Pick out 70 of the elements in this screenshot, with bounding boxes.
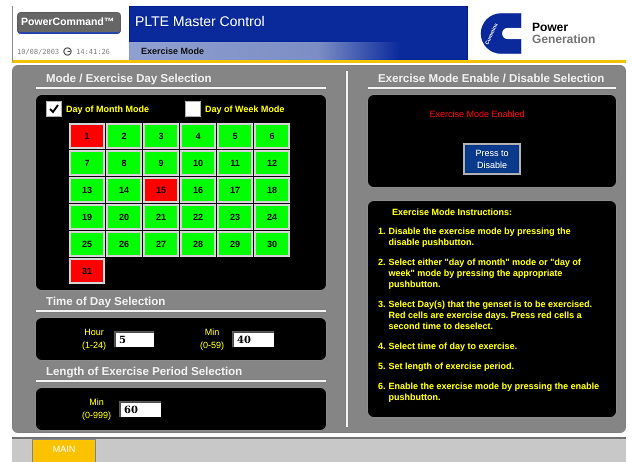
number-field[interactable]: 60 <box>119 401 162 417</box>
disable-button[interactable]: Press to Disable <box>463 143 521 175</box>
day-cell[interactable]: 5 <box>217 123 253 149</box>
step-number: 1. <box>378 226 386 238</box>
step-text: Select either "day of month" mode or "day of week" mode by pressing the appropriate pushbutton. <box>388 257 582 290</box>
day-cell[interactable]: 14 <box>106 177 142 203</box>
day-cell[interactable]: 21 <box>143 204 179 230</box>
day-cell[interactable]: 30 <box>254 231 290 257</box>
day-cell[interactable]: 25 <box>69 231 105 257</box>
day-cell[interactable]: 2 <box>106 123 142 149</box>
day-cell[interactable]: 1 <box>69 123 105 149</box>
day-cell[interactable]: 31 <box>69 258 105 284</box>
section-heading: Length of Exercise Period Selection <box>46 366 242 378</box>
c-mark-icon <box>480 12 522 54</box>
step-text: Disable the exercise mode by pressing the disable pushbutton. <box>388 226 572 248</box>
day-cell[interactable]: 4 <box>180 123 216 149</box>
day-cell[interactable]: 22 <box>180 204 216 230</box>
logo-text: Power <box>532 21 570 33</box>
day-cell[interactable]: 26 <box>106 231 142 257</box>
day-cell[interactable]: 19 <box>69 204 105 230</box>
section-heading: Exercise Mode Enable / Disable Selection <box>378 73 604 85</box>
day-cell[interactable]: 3 <box>143 123 179 149</box>
range-label: (0-59) <box>200 339 224 352</box>
checkbox[interactable] <box>46 101 62 117</box>
checkbox[interactable] <box>185 101 201 117</box>
instructions-heading: Exercise Mode Instructions: <box>391 207 514 217</box>
day-cell[interactable]: 10 <box>180 150 216 176</box>
day-cell[interactable]: 29 <box>217 231 253 257</box>
field-label: Min <box>204 326 220 339</box>
day-cell[interactable]: 13 <box>69 177 105 203</box>
day-cell[interactable]: 8 <box>106 150 142 176</box>
day-cell[interactable]: 11 <box>217 150 253 176</box>
status-text: Exercise Mode Enabled <box>428 108 526 121</box>
step-number: 5. <box>378 361 386 372</box>
section-heading: Time of Day Selection <box>46 296 166 308</box>
checkbox-label: Day of Week Mode <box>205 104 284 114</box>
step-text: Set length of exercise period. <box>388 361 514 372</box>
logo-text: Generation <box>532 33 596 45</box>
step-text: Select time of day to exercise. <box>388 341 518 352</box>
day-cell[interactable]: 6 <box>254 123 290 149</box>
step-number: 2. <box>378 257 386 269</box>
day-cell[interactable]: 9 <box>143 150 179 176</box>
section-heading: Mode / Exercise Day Selection <box>46 73 212 85</box>
day-cell[interactable]: 16 <box>180 177 216 203</box>
day-cell[interactable]: 24 <box>254 204 290 230</box>
step-number: 6. <box>378 381 386 393</box>
range-label: (1-24) <box>82 339 106 352</box>
day-cell[interactable]: 7 <box>69 150 105 176</box>
clock-icon <box>63 47 72 56</box>
field-label: Min <box>89 396 104 409</box>
field-label: Hour <box>84 326 104 339</box>
day-cell[interactable]: 15 <box>143 177 179 203</box>
screen-title: Exercise Mode <box>140 46 204 56</box>
step-text: Enable the exercise mode by pressing the enable pushbutton. <box>388 381 600 403</box>
day-cell[interactable]: 20 <box>106 204 142 230</box>
day-cell[interactable]: 18 <box>254 177 290 203</box>
day-cell[interactable]: 28 <box>180 231 216 257</box>
day-cell[interactable]: 27 <box>143 231 179 257</box>
brand-badge: PowerCommand™ <box>17 12 121 34</box>
number-field[interactable]: 40 <box>232 331 274 347</box>
window-title: PLTE Master Control <box>134 12 266 29</box>
checkbox-label: Day of Month Mode <box>66 104 149 114</box>
day-cell[interactable]: 12 <box>254 150 290 176</box>
range-label: (0-999) <box>82 409 112 422</box>
step-number: 4. <box>378 341 386 352</box>
day-cell[interactable]: 17 <box>217 177 253 203</box>
number-field[interactable]: 5 <box>114 331 154 347</box>
step-number: 3. <box>378 299 386 311</box>
step-text: Select Day(s) that the genset is to be exercised. Red cells are exercise days. Press red cells a second time to deselect. <box>388 299 594 332</box>
day-cell[interactable]: 23 <box>217 204 253 230</box>
